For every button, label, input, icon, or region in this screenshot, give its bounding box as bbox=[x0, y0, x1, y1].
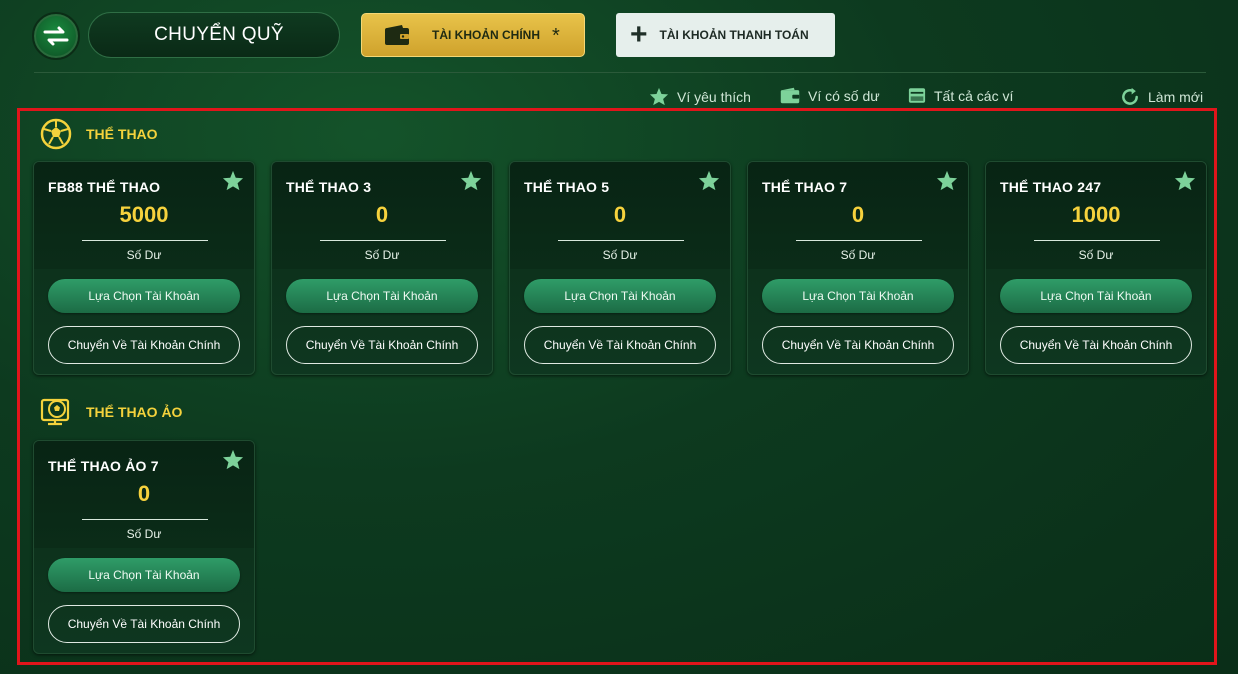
wallet-card-balance: 0 bbox=[375, 202, 389, 227]
favorite-star-icon[interactable] bbox=[460, 170, 482, 191]
main-account-label: TÀI KHOẢN CHÍNH bbox=[432, 28, 540, 42]
filter-all[interactable]: Tất cả các ví bbox=[908, 87, 1013, 104]
filter-all-label: Tất cả các ví bbox=[934, 87, 1014, 104]
transfer-title: CHUYỂN QUỸ bbox=[88, 12, 340, 58]
payment-account-button[interactable]: + TÀI KHOẢN THANH TOÁN bbox=[616, 13, 835, 57]
filter-favorite[interactable]: Ví yêu thích bbox=[649, 87, 751, 106]
filter-has-balance-label: Ví có số dư bbox=[808, 87, 880, 104]
wallet-card: THỂ THAO 247 1000 Số Dư Lựa Chọn Tài Kho… bbox=[985, 161, 1207, 375]
filter-favorite-label: Ví yêu thích bbox=[677, 88, 751, 105]
header: CHUYỂN QUỸ TÀI KHOẢN CHÍNH * + TÀI KHOẢN… bbox=[0, 0, 1238, 73]
favorite-star-icon[interactable] bbox=[1174, 170, 1196, 191]
favorite-star-icon[interactable] bbox=[222, 170, 244, 191]
refresh-icon bbox=[1122, 87, 1138, 105]
return-to-main-button[interactable]: Chuyển Về Tài Khoản Chính bbox=[762, 326, 954, 364]
return-to-main-button[interactable]: Chuyển Về Tài Khoản Chính bbox=[286, 326, 478, 364]
wallet-card-balance: 0 bbox=[137, 481, 151, 506]
payment-account-label: TÀI KHOẢN THANH TOÁN bbox=[659, 28, 809, 42]
refresh-label: Làm mới bbox=[1148, 89, 1204, 105]
select-account-button[interactable]: Lựa Chọn Tài Khoản bbox=[48, 279, 240, 313]
plus-icon: + bbox=[630, 18, 648, 51]
wallet-card-name: FB88 THỂ THAO bbox=[48, 179, 161, 195]
wallet-card: FB88 THỂ THAO 5000 Số Dư Lựa Chọn Tài Kh… bbox=[33, 161, 255, 375]
select-account-button[interactable]: Lựa Chọn Tài Khoản bbox=[524, 279, 716, 313]
transfer-icon-button[interactable] bbox=[32, 12, 80, 60]
refresh-button[interactable]: Làm mới bbox=[1120, 87, 1203, 107]
return-to-main-button[interactable]: Chuyển Về Tài Khoản Chính bbox=[1000, 326, 1192, 364]
wallet-card-balance-label: Số Dư bbox=[126, 527, 162, 541]
filter-row: Ví yêu thích Ví có số dư Tất cả các ví L… bbox=[0, 84, 1238, 110]
wallet-card-name: THỂ THAO 7 bbox=[762, 179, 848, 195]
wallet-card-name: THỂ THAO 5 bbox=[524, 179, 610, 195]
swap-arrows-icon bbox=[43, 26, 69, 46]
wallet-card-balance: 1000 bbox=[1071, 202, 1121, 227]
section-virtual-sports-title: THỂ THAO ẢO bbox=[86, 404, 183, 420]
section-virtual-sports-header: THỂ THAO ẢO bbox=[40, 396, 182, 428]
favorite-star-icon[interactable] bbox=[698, 170, 720, 191]
section-sports-header: THỂ THAO bbox=[40, 118, 158, 150]
wallet-card-balance-label: Số Dư bbox=[364, 248, 400, 262]
header-divider bbox=[34, 72, 1206, 73]
wallet-card-balance-label: Số Dư bbox=[1078, 248, 1114, 262]
wallet-card: THỂ THAO 5 0 Số Dư Lựa Chọn Tài Khoản Ch… bbox=[509, 161, 731, 375]
filter-has-balance[interactable]: Ví có số dư bbox=[780, 87, 880, 104]
select-account-button[interactable]: Lựa Chọn Tài Khoản bbox=[762, 279, 954, 313]
favorite-star-icon[interactable] bbox=[936, 170, 958, 191]
star-icon bbox=[649, 87, 669, 106]
wallet-list-icon bbox=[908, 88, 926, 103]
main-account-marker: * bbox=[552, 24, 560, 47]
wallet-icon bbox=[780, 87, 800, 104]
wallet-card: THỂ THAO 3 0 Số Dư Lựa Chọn Tài Khoản Ch… bbox=[271, 161, 493, 375]
virtual-soccer-icon bbox=[40, 398, 70, 426]
select-account-button[interactable]: Lựa Chọn Tài Khoản bbox=[286, 279, 478, 313]
wallet-card: THỂ THAO 7 0 Số Dư Lựa Chọn Tài Khoản Ch… bbox=[747, 161, 969, 375]
select-account-button[interactable]: Lựa Chọn Tài Khoản bbox=[1000, 279, 1192, 313]
wallet-card-balance: 0 bbox=[613, 202, 627, 227]
return-to-main-button[interactable]: Chuyển Về Tài Khoản Chính bbox=[524, 326, 716, 364]
main-account-button[interactable]: TÀI KHOẢN CHÍNH * bbox=[361, 13, 585, 57]
return-to-main-button[interactable]: Chuyển Về Tài Khoản Chính bbox=[48, 326, 240, 364]
wallet-card-balance-label: Số Dư bbox=[840, 248, 876, 262]
select-account-button[interactable]: Lựa Chọn Tài Khoản bbox=[48, 558, 240, 592]
wallet-card-name: THỂ THAO ẢO 7 bbox=[48, 458, 159, 474]
wallet-card-balance-label: Số Dư bbox=[602, 248, 638, 262]
return-to-main-button[interactable]: Chuyển Về Tài Khoản Chính bbox=[48, 605, 240, 643]
favorite-star-icon[interactable] bbox=[222, 449, 244, 470]
wallet-card-balance-label: Số Dư bbox=[126, 248, 162, 262]
wallet-icon bbox=[385, 25, 409, 45]
section-sports-title: THỂ THAO bbox=[86, 126, 158, 142]
wallet-card-balance: 5000 bbox=[119, 202, 169, 227]
wallet-card-balance: 0 bbox=[851, 202, 865, 227]
wallet-card-name: THỂ THAO 3 bbox=[286, 179, 372, 195]
wallet-card-name: THỂ THAO 247 bbox=[1000, 179, 1102, 195]
soccer-ball-icon bbox=[40, 118, 72, 150]
wallet-card: THỂ THAO ẢO 7 0 Số Dư Lựa Chọn Tài Khoản… bbox=[33, 440, 255, 654]
